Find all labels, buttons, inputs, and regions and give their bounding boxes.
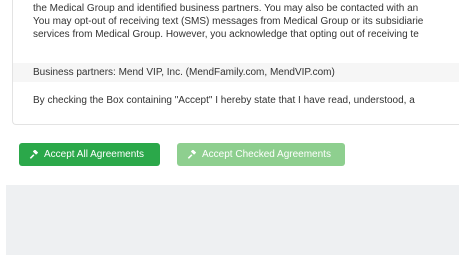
agreement-line: You may opt-out of receiving text (SMS) … (33, 16, 424, 27)
agreement-line: services from Medical Group. However, yo… (33, 29, 419, 40)
agreement-paragraph: the Medical Group and identified busines… (13, 2, 459, 56)
gavel-icon (29, 149, 38, 159)
gavel-icon (187, 149, 196, 159)
consent-statement: By checking the Box containing "Accept" … (13, 88, 459, 114)
accept-checked-agreements-button[interactable]: Accept Checked Agreements (177, 143, 345, 166)
accept-all-label: Accept All Agreements (44, 149, 145, 160)
business-partners-text: Business partners: Mend VIP, Inc. (MendF… (13, 63, 459, 82)
accept-all-agreements-button[interactable]: Accept All Agreements (19, 143, 160, 166)
agreement-line: the Medical Group and identified busines… (33, 3, 419, 14)
footer-area (6, 185, 459, 255)
accept-checked-label: Accept Checked Agreements (202, 149, 331, 160)
agreement-panel: the Medical Group and identified busines… (12, 0, 459, 125)
